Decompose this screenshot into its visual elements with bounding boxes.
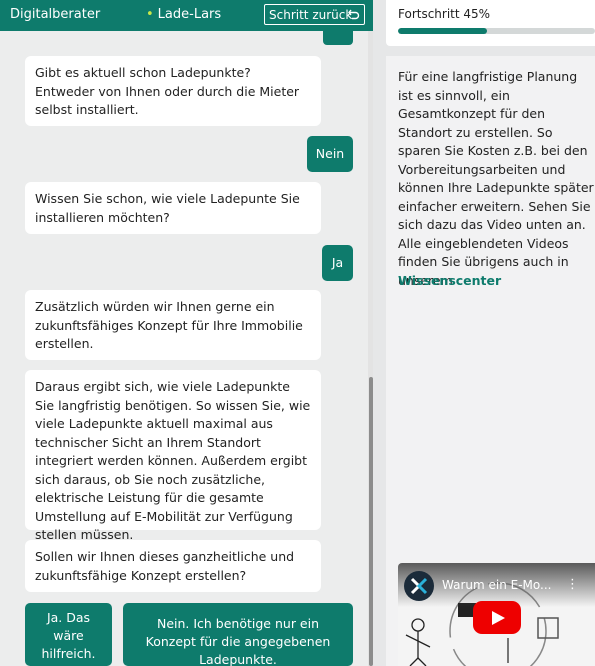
info-text: Für eine langfristige Planung ist es sin… [398,69,594,288]
step-back-button[interactable]: Schritt zurück [264,4,365,25]
video-title[interactable]: Warum ein E-Mo... [442,578,551,592]
choice-no-button[interactable]: Nein. Ich benötige nur ein Konzept für d… [123,603,353,666]
more-vert-icon[interactable]: ⋮ [566,577,579,592]
progress-bar [398,28,595,34]
play-icon[interactable] [473,601,521,634]
bot-message: Gibt es aktuell schon Ladepunkte? Entwed… [25,56,321,126]
progress-label: Fortschritt 45% [398,7,491,21]
chat-panel: Digitalberater • Lade-Lars Schritt zurück… [0,0,373,666]
bot-message: Sollen wir Ihnen dieses ganzheitliche un… [25,540,321,592]
bot-name: • Lade-Lars [146,7,221,22]
status-dot-icon: • [146,7,154,22]
video-player[interactable]: Warum ein E-Mo... ⋮ [398,563,595,666]
step-back-label: Schritt zurück [269,8,353,22]
channel-logo-icon [404,571,434,601]
user-reply: Nein [307,136,353,172]
chat-header: Digitalberater • Lade-Lars Schritt zurück [0,0,373,31]
undo-icon [348,5,360,26]
wissenscenter-link[interactable]: Wissenscenter [398,273,501,288]
progress-card: Fortschritt 45% [386,0,595,46]
choice-yes-button[interactable]: Ja. Das wäre hilfreich. [25,603,112,666]
bot-message: Wissen Sie schon, wie viele Ladepunte Si… [25,182,321,234]
bot-message: Zusätzlich würden wir Ihnen gerne ein zu… [25,290,321,360]
app-label: Digitalberater [10,7,101,22]
bot-message: Daraus ergibt sich, wie viele Ladepunkte… [25,370,321,542]
progress-fill [398,28,487,34]
user-reply: Ja [322,245,353,281]
previous-reply-stub [323,31,353,45]
bot-name-text: Lade-Lars [157,7,222,22]
